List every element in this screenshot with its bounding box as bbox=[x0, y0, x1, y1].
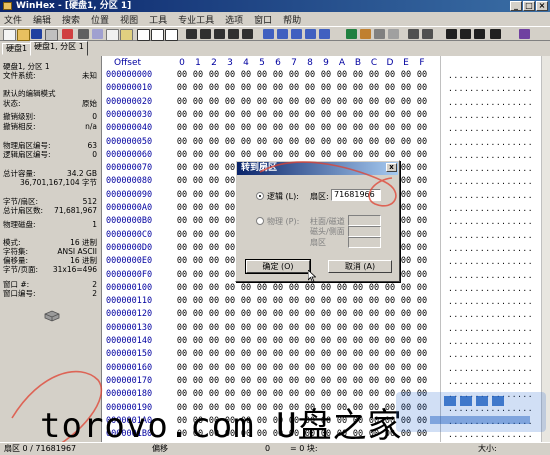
upantool-logo-icon bbox=[396, 392, 546, 432]
status-size-label: 大小: bbox=[478, 444, 497, 453]
watermark-text: torovo.com U盘之家 bbox=[40, 406, 403, 446]
red-annotation-strokes bbox=[11, 161, 397, 453]
